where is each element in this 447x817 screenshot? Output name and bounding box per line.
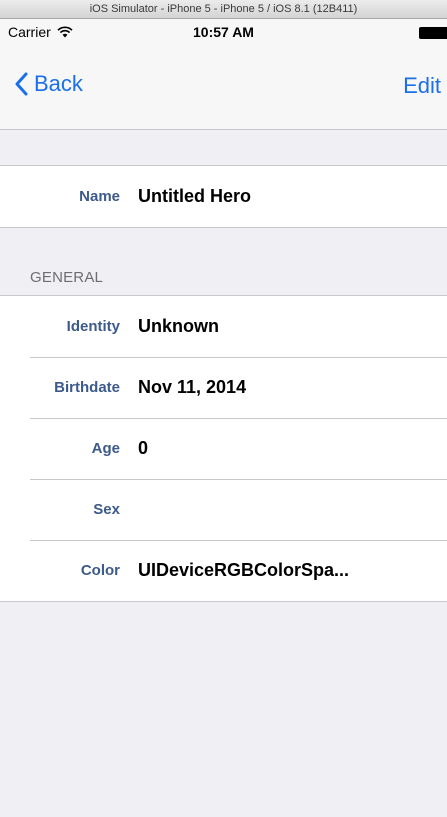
- general-section-title: GENERAL: [30, 269, 104, 286]
- simulator-title: iOS Simulator - iPhone 5 - iPhone 5 / iO…: [89, 3, 358, 15]
- detail-table: Name Untitled Hero GENERAL Identity Unkn…: [0, 130, 447, 602]
- age-label: Age: [91, 440, 120, 457]
- name-value: Untitled Hero: [138, 186, 252, 206]
- general-group: Identity Unknown Birthdate Nov 11, 2014 …: [0, 295, 447, 602]
- battery-icon: [419, 27, 447, 39]
- sex-label: Sex: [93, 501, 120, 518]
- name-group: Name Untitled Hero: [0, 165, 447, 228]
- name-label: Name: [79, 188, 120, 205]
- sex-row[interactable]: Sex: [0, 479, 447, 540]
- navigation-bar: Back Edit: [0, 45, 447, 130]
- general-section-header: GENERAL: [0, 228, 447, 295]
- edit-button[interactable]: Edit: [403, 73, 441, 99]
- identity-value: Unknown: [138, 316, 219, 336]
- identity-row[interactable]: Identity Unknown: [0, 296, 447, 357]
- age-value: 0: [138, 438, 149, 458]
- status-bar: Carrier 10:57 AM: [0, 19, 447, 45]
- status-time: 10:57 AM: [193, 24, 254, 40]
- chevron-left-icon: [15, 72, 28, 96]
- birthdate-label: Birthdate: [54, 379, 120, 396]
- color-label: Color: [80, 562, 120, 579]
- simulator-window: iOS Simulator - iPhone 5 - iPhone 5 / iO…: [0, 0, 447, 817]
- identity-label: Identity: [66, 318, 120, 335]
- birthdate-value: Nov 11, 2014: [138, 377, 247, 397]
- simulator-title-bar: iOS Simulator - iPhone 5 - iPhone 5 / iO…: [0, 0, 447, 19]
- back-button-label: Back: [34, 71, 83, 96]
- name-row[interactable]: Name Untitled Hero: [0, 166, 447, 227]
- birthdate-row[interactable]: Birthdate Nov 11, 2014: [0, 357, 447, 418]
- color-value: UIDeviceRGBColorSpa...: [138, 560, 350, 580]
- back-button[interactable]: Back: [14, 71, 83, 97]
- color-row[interactable]: Color UIDeviceRGBColorSpa...: [0, 540, 447, 601]
- table-top-spacer: [0, 130, 447, 165]
- age-row[interactable]: Age 0: [0, 418, 447, 479]
